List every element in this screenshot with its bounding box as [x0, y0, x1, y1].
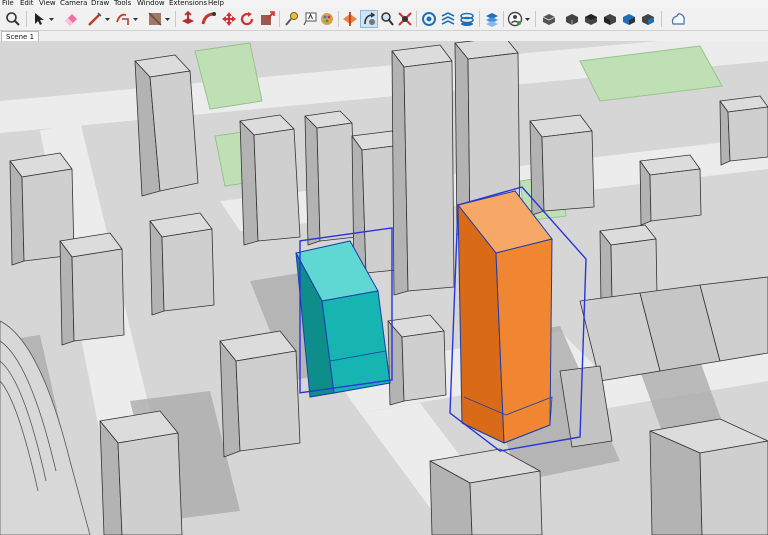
- toolbar-separator: [416, 11, 417, 27]
- sign-in-icon[interactable]: [506, 10, 524, 28]
- scale-icon[interactable]: [258, 10, 276, 28]
- menu-file[interactable]: File: [2, 0, 14, 8]
- left-view-icon[interactable]: [669, 10, 687, 28]
- menu-window[interactable]: Window: [137, 0, 165, 8]
- toolbar-separator: [535, 11, 536, 27]
- back-view-icon[interactable]: [639, 10, 657, 28]
- front-view-icon[interactable]: [601, 10, 619, 28]
- eraser-icon[interactable]: [62, 10, 80, 28]
- iso-view-icon[interactable]: [563, 10, 581, 28]
- follow-me-icon[interactable]: [200, 10, 218, 28]
- layers-icon[interactable]: [458, 10, 476, 28]
- orbit-icon[interactable]: [360, 10, 378, 28]
- chevron-down-icon[interactable]: [164, 10, 171, 28]
- rotate-icon[interactable]: [238, 10, 256, 28]
- chevron-down-icon[interactable]: [48, 10, 55, 28]
- paint-icon[interactable]: [318, 10, 336, 28]
- menu-draw[interactable]: Draw: [91, 0, 109, 8]
- toolbar-separator: [175, 11, 176, 27]
- styles-icon[interactable]: [483, 10, 501, 28]
- menu-edit[interactable]: Edit: [20, 0, 34, 8]
- menu-camera[interactable]: Camera: [60, 0, 87, 8]
- toolbar-separator: [503, 11, 504, 27]
- menu-help[interactable]: Help: [208, 0, 224, 8]
- city-model[interactable]: [0, 41, 768, 535]
- zoom-extents-icon[interactable]: [396, 10, 414, 28]
- toolbar-separator: [338, 11, 339, 27]
- menu-view[interactable]: View: [39, 0, 56, 8]
- toolbar-separator: [26, 11, 27, 27]
- zoom-tool-icon[interactable]: [378, 10, 396, 28]
- right-view-icon[interactable]: [620, 10, 638, 28]
- menu-tools[interactable]: Tools: [114, 0, 131, 8]
- chevron-down-icon[interactable]: [132, 10, 139, 28]
- main-toolbar: [0, 8, 768, 31]
- extension-warehouse-icon[interactable]: [439, 10, 457, 28]
- components-icon[interactable]: [540, 10, 558, 28]
- toolbar-separator: [479, 11, 480, 27]
- sketchup-window: File Edit View Camera Draw Tools Window …: [0, 0, 768, 535]
- toolbar-separator: [661, 11, 662, 27]
- shapes-icon[interactable]: [114, 10, 132, 28]
- menu-bar: File Edit View Camera Draw Tools Window …: [0, 0, 768, 8]
- pencil-line-icon[interactable]: [86, 10, 104, 28]
- select-arrow-icon[interactable]: [30, 10, 48, 28]
- menu-extensions[interactable]: Extensions: [169, 0, 207, 8]
- chevron-down-icon[interactable]: [524, 10, 531, 28]
- paint-bucket-icon[interactable]: [146, 10, 164, 28]
- scene-tab[interactable]: Scene 1: [1, 31, 40, 41]
- text-label-icon[interactable]: [301, 10, 319, 28]
- push-pull-icon[interactable]: [179, 10, 197, 28]
- 3d-warehouse-icon[interactable]: [420, 10, 438, 28]
- move-icon[interactable]: [220, 10, 238, 28]
- section-plane-icon[interactable]: [341, 10, 359, 28]
- tape-measure-icon[interactable]: [283, 10, 301, 28]
- toolbar-separator: [279, 11, 280, 27]
- zoom-icon[interactable]: [4, 10, 22, 28]
- top-view-icon[interactable]: [582, 10, 600, 28]
- 3d-viewport[interactable]: [0, 41, 768, 535]
- chevron-down-icon[interactable]: [104, 10, 111, 28]
